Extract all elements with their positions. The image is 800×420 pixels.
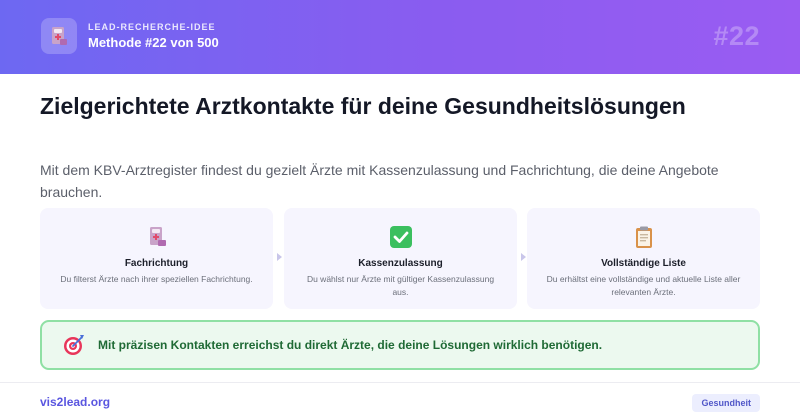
logo xyxy=(41,18,77,54)
benefit-text: Mit präzisen Kontakten erreichst du dire… xyxy=(98,338,603,352)
lead-text: Mit dem KBV-Arztregister findest du gezi… xyxy=(40,162,719,200)
card-text: Du wählst nur Ärzte mit gültiger Kassenz… xyxy=(306,274,495,297)
feature-card-fachrichtung: Fachrichtung Du filterst Ärzte nach ihre… xyxy=(40,208,273,309)
site-link[interactable]: vis2lead.org xyxy=(40,395,110,409)
register-icon xyxy=(149,227,166,246)
doctor-register-icon xyxy=(52,27,67,45)
feature-card-liste: Vollständige Liste Du erhältst eine voll… xyxy=(527,208,760,309)
method-number: #22 xyxy=(713,21,760,51)
feature-card-kassenzulassung: Kassenzulassung Du wählst nur Ärzte mit … xyxy=(284,208,517,309)
method-counter: Methode #22 von 500 xyxy=(88,35,219,50)
clipboard-icon xyxy=(635,226,652,248)
card-title: Kassenzulassung xyxy=(358,258,443,269)
header-banner: LEAD-RECHERCHE-IDEE Methode #22 von 500 … xyxy=(0,0,800,74)
card-text: Du erhältst eine vollständige und aktuel… xyxy=(546,274,741,297)
page-title: Zielgerichtete Arztkontakte für deine Ge… xyxy=(40,93,686,119)
target-icon xyxy=(64,335,84,355)
check-icon xyxy=(389,226,412,248)
category-tag: Gesundheit xyxy=(692,394,760,412)
flow-arrow xyxy=(521,253,526,261)
card-title: Vollständige Liste xyxy=(601,258,686,269)
flow-arrow xyxy=(277,253,282,261)
card-title: Fachrichtung xyxy=(124,258,189,269)
card-text: Du filterst Ärzte nach ihrer speziellen … xyxy=(60,274,253,284)
eyebrow-label: LEAD-RECHERCHE-IDEE xyxy=(88,22,216,32)
benefit-callout: Mit präzisen Kontakten erreichst du dire… xyxy=(40,320,760,370)
footer-divider xyxy=(0,382,800,383)
